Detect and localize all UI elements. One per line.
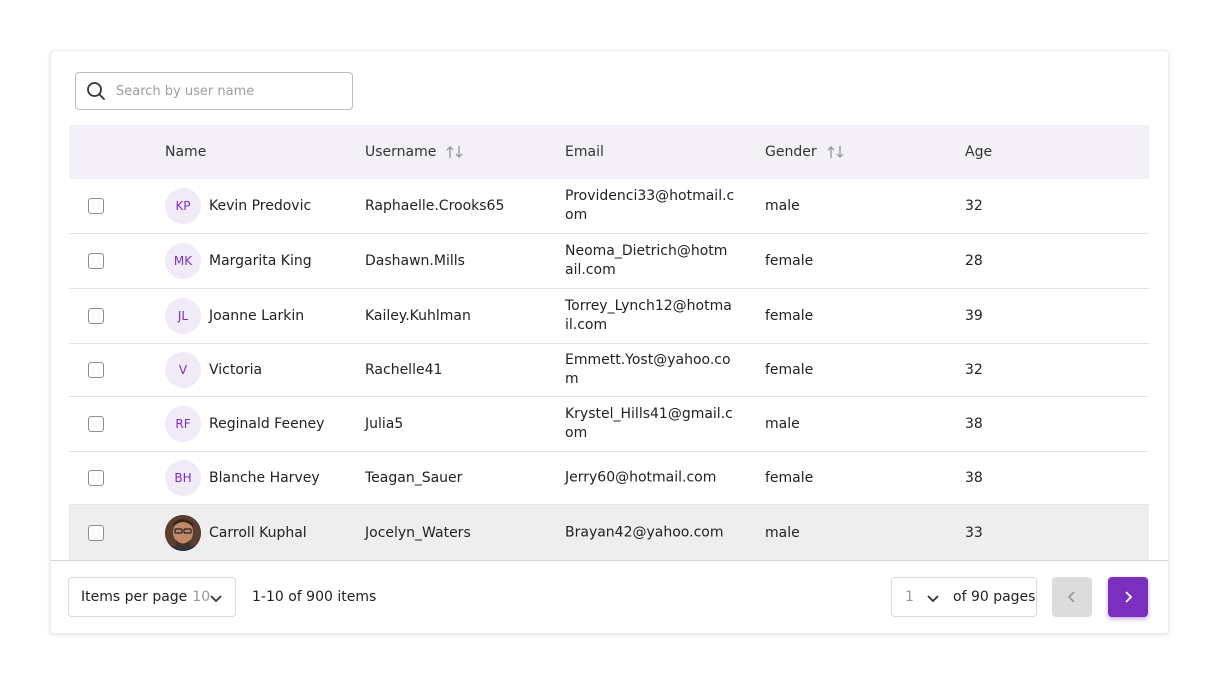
row-checkbox[interactable]: [88, 253, 104, 269]
user-name: Carroll Kuphal: [209, 524, 307, 541]
user-username: Kailey.Kuhlman: [365, 308, 471, 324]
user-name: Kevin Predovic: [209, 198, 312, 214]
chevron-right-icon: [1125, 591, 1133, 603]
user-email: Krystel_Hills41@gmail.com: [565, 406, 733, 441]
row-checkbox[interactable]: [88, 416, 104, 432]
row-checkbox[interactable]: [88, 198, 104, 214]
column-header-age: Age: [965, 144, 993, 160]
table-row[interactable]: JL Joanne Larkin Kailey.Kuhlman Torrey_L…: [69, 289, 1149, 344]
avatar: V: [165, 352, 201, 388]
user-gender: female: [765, 308, 814, 324]
user-name: Blanche Harvey: [209, 470, 320, 486]
user-gender: male: [765, 416, 800, 432]
table-row[interactable]: BH Blanche Harvey Teagan_Sauer Jerry60@h…: [69, 452, 1149, 505]
chevron-down-icon: [927, 595, 939, 603]
table-header: Name Username Email Gender Age: [69, 125, 1149, 179]
search-input[interactable]: [114, 82, 338, 100]
items-range-text: 1-10 of 900 items: [252, 589, 377, 605]
current-page: 1: [905, 589, 914, 605]
user-gender: female: [765, 253, 814, 269]
user-photo-icon: [165, 514, 201, 551]
row-checkbox[interactable]: [88, 308, 104, 324]
user-age: 38: [965, 470, 983, 486]
row-checkbox[interactable]: [88, 362, 104, 378]
user-username: Raphaelle.Crooks65: [365, 198, 505, 214]
users-table: Name Username Email Gender Age KP Kevin …: [69, 125, 1149, 560]
avatar: JL: [165, 298, 201, 334]
user-name: Victoria: [209, 362, 263, 378]
user-age: 33: [965, 524, 983, 541]
column-header-gender[interactable]: Gender: [765, 144, 845, 160]
user-username: Jocelyn_Waters: [365, 524, 471, 541]
previous-page-button[interactable]: [1052, 577, 1092, 617]
items-per-page-select[interactable]: Items per page 10: [68, 577, 236, 617]
user-age: 39: [965, 308, 983, 324]
user-gender: female: [765, 470, 814, 486]
items-per-page-label: Items per page: [81, 589, 188, 605]
user-gender: male: [765, 524, 800, 541]
user-age: 32: [965, 198, 983, 214]
user-email: Emmett.Yost@yahoo.com: [565, 352, 731, 387]
table-row[interactable]: RF Reginald Feeney Julia5 Krystel_Hills4…: [69, 397, 1149, 452]
user-name: Joanne Larkin: [209, 308, 305, 324]
page-select[interactable]: 1 of 90 pages: [891, 577, 1037, 617]
table-row[interactable]: Carroll Kuphal Jocelyn_Waters Brayan42@y…: [69, 505, 1149, 560]
chevron-left-icon: [1067, 591, 1075, 603]
user-username: Dashawn.Mills: [365, 253, 465, 269]
user-email: Torrey_Lynch12@hotmail.com: [565, 298, 732, 333]
users-table-card: Name Username Email Gender: [50, 50, 1169, 634]
items-per-page-value: 10: [192, 589, 211, 605]
sort-icon[interactable]: [446, 145, 464, 159]
avatar: RF: [165, 406, 201, 442]
next-page-button[interactable]: [1108, 577, 1148, 617]
user-gender: female: [765, 362, 814, 378]
total-pages-text: of 90 pages: [953, 589, 1036, 605]
row-checkbox[interactable]: [88, 524, 104, 541]
table-row[interactable]: KP Kevin Predovic Raphaelle.Crooks65 Pro…: [69, 179, 1149, 234]
user-age: 28: [965, 253, 983, 269]
avatar: [165, 514, 201, 551]
user-name: Reginald Feeney: [209, 416, 325, 432]
row-checkbox[interactable]: [88, 470, 104, 486]
user-email: Providenci33@hotmail.com: [565, 188, 735, 223]
avatar: KP: [165, 188, 201, 224]
avatar: BH: [165, 460, 201, 496]
pagination-bar: Items per page 10 1-10 of 900 items 1 of…: [51, 560, 1168, 633]
user-email: Brayan42@yahoo.com: [565, 524, 724, 540]
chevron-down-icon: [210, 595, 222, 603]
column-header-email: Email: [565, 144, 604, 160]
user-age: 32: [965, 362, 983, 378]
user-age: 38: [965, 416, 983, 432]
table-row[interactable]: V Victoria Rachelle41 Emmett.Yost@yahoo.…: [69, 344, 1149, 397]
table-row[interactable]: MK Margarita King Dashawn.Mills Neoma_Di…: [69, 234, 1149, 289]
avatar: MK: [165, 243, 201, 279]
sort-icon[interactable]: [827, 145, 845, 159]
column-header-username[interactable]: Username: [365, 144, 464, 160]
user-username: Rachelle41: [365, 362, 443, 378]
user-email: Jerry60@hotmail.com: [565, 469, 717, 486]
user-username: Teagan_Sauer: [365, 470, 463, 486]
column-header-name: Name: [165, 144, 207, 160]
search-icon: [87, 82, 105, 100]
search-box[interactable]: [75, 72, 353, 110]
user-username: Julia5: [365, 416, 404, 432]
user-gender: male: [765, 198, 800, 214]
user-name: Margarita King: [209, 253, 312, 269]
user-email: Neoma_Dietrich@hotmail.com: [565, 243, 728, 278]
